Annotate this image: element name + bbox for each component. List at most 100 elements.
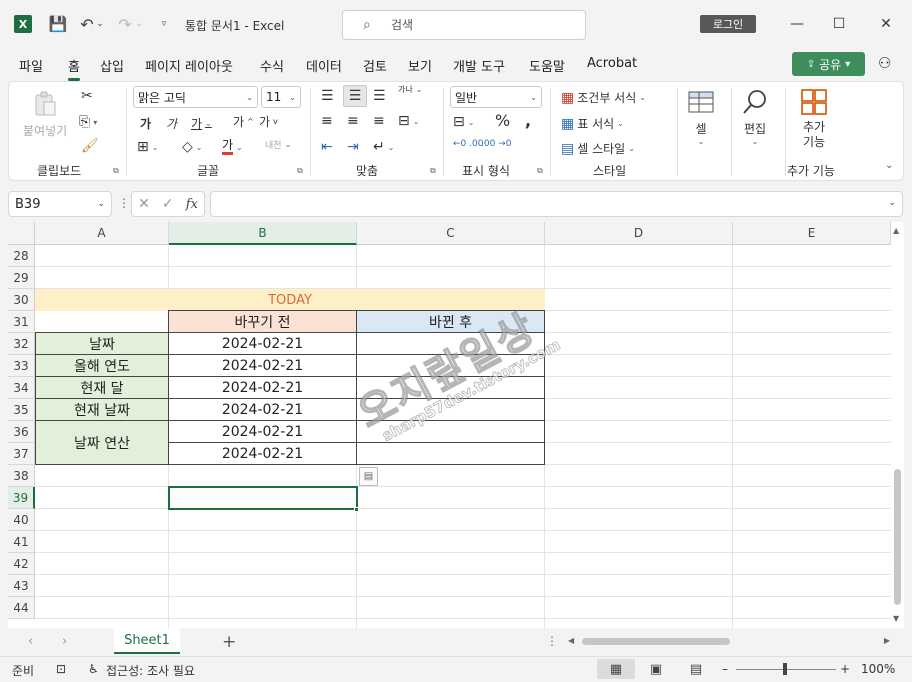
tab-formulas[interactable]: 수식 [260, 56, 284, 75]
header-before-cell[interactable]: 바꾸기 전 [168, 310, 357, 333]
number-format-select[interactable]: 일반 ⌄ [450, 86, 542, 108]
paste-button[interactable]: 붙여넣기 [23, 90, 67, 139]
today-banner-cell[interactable]: TODAY [35, 289, 545, 311]
label-cell[interactable]: 올해 연도 [35, 354, 169, 377]
zoom-out-icon[interactable]: – [722, 662, 728, 676]
align-middle-button[interactable]: ☰ [343, 85, 367, 107]
tab-file[interactable]: 파일 [19, 56, 43, 75]
macro-record-icon[interactable]: ⊡ [56, 662, 66, 676]
underline-button[interactable]: 가 ⌄ [191, 115, 212, 132]
copy-button[interactable]: ⎘ ▾ [79, 114, 97, 130]
close-button[interactable]: ✕ [876, 14, 896, 34]
scroll-left-icon[interactable]: ◀ [568, 636, 574, 645]
row-header[interactable]: 36 [8, 421, 35, 443]
normal-view-button[interactable]: ▦ [597, 659, 635, 679]
date-value-cell[interactable]: 2024-02-21 [168, 442, 357, 465]
scroll-down-icon[interactable]: ▼ [893, 614, 899, 623]
minimize-button[interactable]: — [787, 14, 807, 34]
align-top-button[interactable]: ☰ [321, 88, 334, 104]
conditional-formatting-button[interactable]: ▦ 조건부 서식 ⌄ [561, 89, 646, 106]
paste-options-icon[interactable]: ▤ [359, 467, 378, 486]
font-dialog-launcher-icon[interactable]: ⧉ [297, 166, 303, 176]
share-button[interactable]: ⇪ 공유 ▾ [792, 52, 865, 76]
align-center-button[interactable]: ≡ [347, 113, 359, 129]
align-left-button[interactable]: ≡ [321, 113, 333, 129]
row-header[interactable]: 42 [8, 553, 35, 575]
alignment-dialog-launcher-icon[interactable]: ⧉ [430, 166, 436, 176]
percent-style-button[interactable]: % [495, 111, 510, 130]
date-value-cell[interactable]: 2024-02-21 [168, 420, 357, 443]
clipboard-dialog-launcher-icon[interactable]: ⧉ [113, 166, 119, 176]
customize-qat-icon[interactable]: ▿ [158, 14, 170, 34]
scroll-up-icon[interactable]: ▲ [893, 226, 899, 235]
vertical-scrollbar[interactable]: ▲ ▼ [891, 222, 904, 628]
formula-input[interactable]: ⌄ [210, 191, 903, 217]
row-header[interactable]: 33 [8, 355, 35, 377]
label-cell[interactable]: 현재 날짜 [35, 398, 169, 421]
merge-center-button[interactable]: ⊟ ⌄ [398, 113, 419, 129]
column-header-b[interactable]: B [169, 222, 357, 245]
comma-style-button[interactable]: , [525, 111, 531, 130]
cells-button[interactable]: 셀 ⌄ [687, 88, 715, 146]
accessibility-status[interactable]: 접근성: 조사 필요 [106, 662, 195, 679]
zoom-in-icon[interactable]: + [840, 662, 850, 676]
wrap-text-button[interactable]: ↵ ⌄ [373, 139, 394, 155]
fill-color-button[interactable]: ◇ ⌄ [182, 139, 202, 155]
tab-developer[interactable]: 개발 도구 [453, 56, 505, 75]
date-value-cell[interactable]: 2024-02-21 [168, 332, 357, 355]
row-header[interactable]: 34 [8, 377, 35, 399]
cell-styles-button[interactable]: ▤ 셀 스타일 ⌄ [561, 140, 635, 157]
row-header[interactable]: 30 [8, 289, 35, 311]
column-header-a[interactable]: A [35, 222, 169, 245]
format-as-table-button[interactable]: ▦ 표 서식 ⌄ [561, 115, 624, 132]
align-right-button[interactable]: ≡ [373, 113, 385, 129]
decrease-font-button[interactable]: 가v [259, 113, 278, 130]
result-cell[interactable] [356, 376, 545, 399]
add-sheet-icon[interactable]: + [222, 632, 236, 652]
add-ins-button[interactable]: 추가 기능 [797, 88, 831, 150]
row-header[interactable]: 41 [8, 531, 35, 553]
row-header[interactable]: 40 [8, 509, 35, 531]
increase-font-button[interactable]: 가 ^ [233, 113, 254, 130]
page-layout-view-button[interactable]: ▣ [637, 659, 675, 679]
cancel-icon[interactable]: ✕ [138, 196, 150, 212]
font-size-select[interactable]: 11 ⌄ [261, 86, 301, 108]
scroll-right-icon[interactable]: ▶ [884, 636, 890, 645]
decrease-indent-button[interactable]: ⇤ [321, 139, 333, 155]
phonetic-guide-button[interactable]: 내천 ⌄ [265, 138, 291, 151]
label-cell[interactable]: 날짜 연산 [35, 420, 169, 465]
label-cell[interactable]: 날짜 [35, 332, 169, 355]
page-break-view-button[interactable]: ▤ [677, 659, 715, 679]
active-cell-selection[interactable] [168, 486, 358, 510]
undo-dropdown-icon[interactable]: ⌄ [95, 14, 105, 34]
result-cell[interactable] [356, 420, 545, 443]
bold-button[interactable]: 가 [140, 115, 151, 132]
sheet-tab-sheet1[interactable]: Sheet1 [114, 628, 180, 654]
search-box[interactable]: ⌕ [342, 10, 586, 40]
increase-decimal-button[interactable]: ←0 .00 [453, 139, 483, 149]
row-header[interactable]: 29 [8, 267, 35, 289]
login-button[interactable]: 로그인 [700, 15, 756, 33]
result-cell[interactable] [356, 398, 545, 421]
font-color-button[interactable]: 가 ⌄ [222, 139, 243, 155]
prev-sheet-icon[interactable]: ‹ [28, 634, 33, 649]
cut-button[interactable]: ✂ [81, 88, 93, 104]
name-box[interactable]: B39 ⌄ [8, 191, 112, 217]
font-name-select[interactable]: 맑은 고딕 ⌄ [133, 86, 258, 108]
fill-handle[interactable] [354, 507, 359, 512]
search-input[interactable] [391, 15, 571, 35]
maximize-button[interactable]: ☐ [829, 14, 849, 34]
tab-view[interactable]: 보기 [408, 56, 432, 75]
row-header[interactable]: 38 [8, 465, 35, 487]
italic-button[interactable]: 가 [166, 115, 177, 132]
column-header-d[interactable]: D [545, 222, 733, 245]
row-header[interactable]: 35 [8, 399, 35, 421]
decrease-decimal-button[interactable]: .00 →0 [481, 139, 511, 149]
collapse-ribbon-icon[interactable]: ⌄ [885, 160, 893, 171]
row-header[interactable]: 39 [8, 487, 35, 509]
header-after-cell[interactable]: 바뀐 후 [356, 310, 545, 333]
date-value-cell[interactable]: 2024-02-21 [168, 376, 357, 399]
result-cell[interactable] [356, 332, 545, 355]
align-bottom-button[interactable]: ☰ [373, 88, 386, 104]
horizontal-scrollbar[interactable]: ◀ ▶ [568, 636, 890, 648]
